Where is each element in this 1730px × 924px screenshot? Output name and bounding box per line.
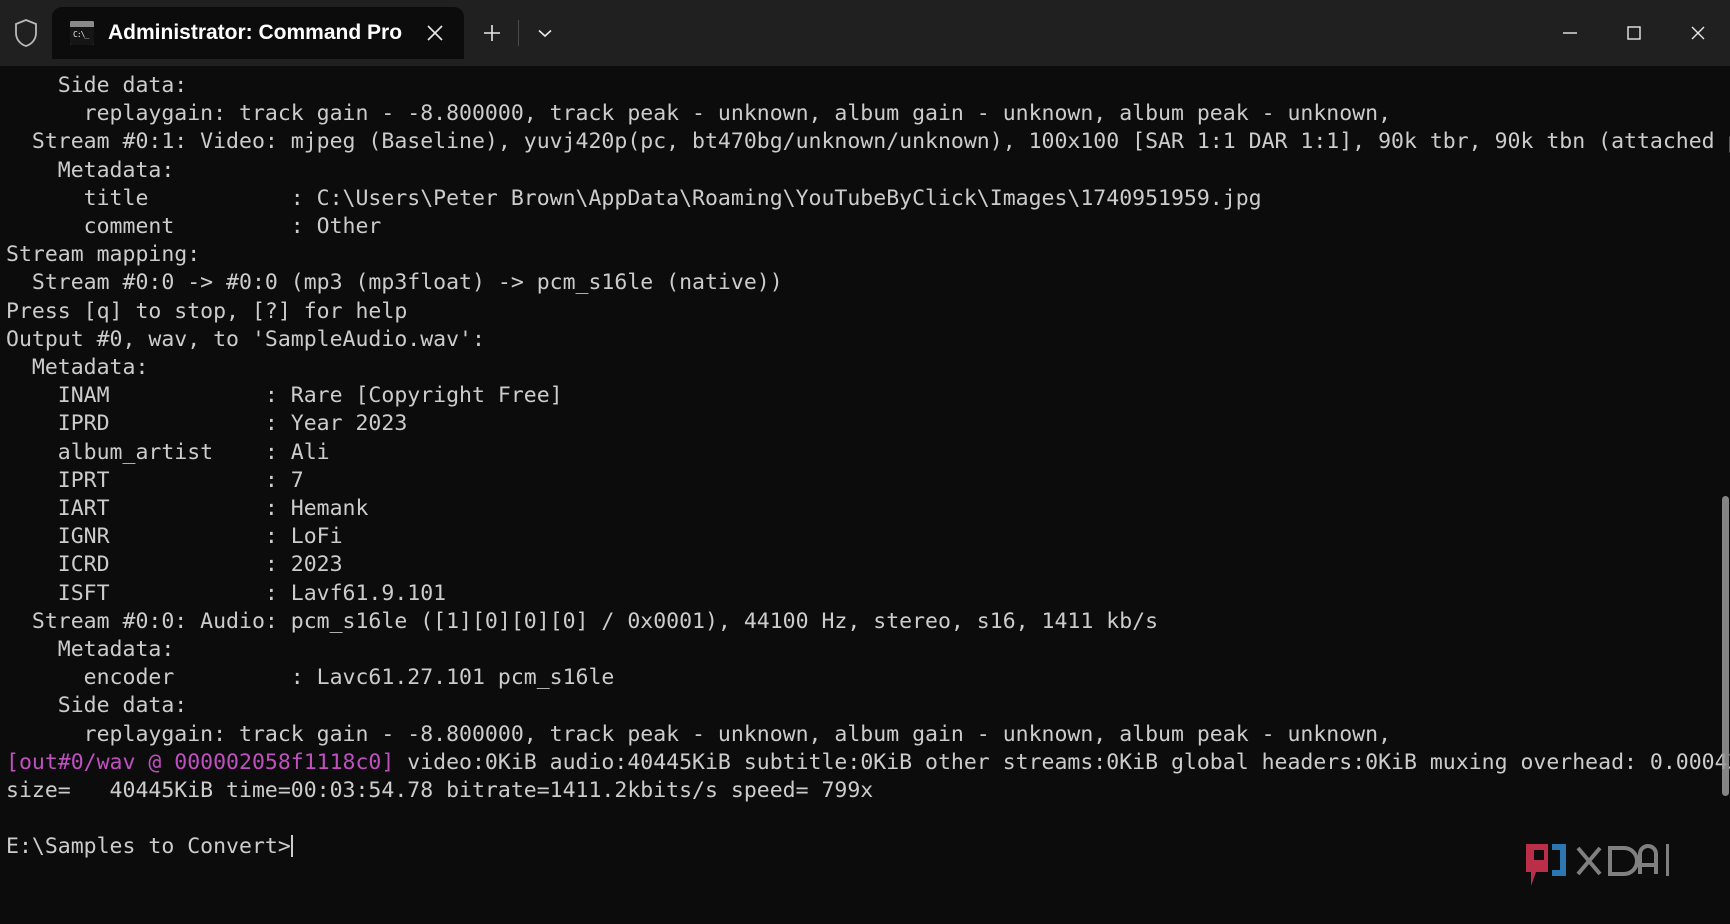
vertical-scrollbar-thumb[interactable] <box>1722 496 1729 796</box>
line-inam: INAM : Rare [Copyright Free] <box>6 383 563 409</box>
line-title: title : C:\Users\Peter Brown\AppData\Roa… <box>6 185 1262 211</box>
close-tab-icon[interactable] <box>416 14 454 52</box>
line-press-q: Press [q] to stop, [?] for help <box>6 298 408 324</box>
terminal-tab[interactable]: C:\_ Administrator: Command Pro <box>52 7 465 59</box>
terminal-output-area[interactable]: Side data: replaygain: track gain - -8.8… <box>0 66 1730 924</box>
line-metadata-2: Metadata: <box>6 355 149 381</box>
window-controls-group <box>1538 0 1730 66</box>
terminal-text-buffer: Side data: replaygain: track gain - -8.8… <box>6 72 1730 862</box>
line-muxing-overhead: [out#0/wav @ 000002058f1118c0] video:0Ki… <box>6 749 1730 777</box>
line-side-data-1: Side data: <box>6 73 188 98</box>
line-stream-0-1-video: Stream #0:1: Video: mjpeg (Baseline), yu… <box>6 129 1730 155</box>
line-stream-mapping: Stream mapping: <box>6 242 201 268</box>
line-encoder: encoder : Lavc61.27.101 pcm_s16le <box>6 665 615 691</box>
line-icrd: ICRD : 2023 <box>6 552 343 578</box>
shield-icon <box>0 0 52 66</box>
tab-title: Administrator: Command Pro <box>108 21 403 44</box>
line-iart: IART : Hemank <box>6 496 369 522</box>
new-tab-icon[interactable] <box>470 11 514 55</box>
muxing-line-tag: [out#0/wav @ 000002058f1118c0] <box>6 749 395 775</box>
command-prompt-line[interactable]: E:\Samples to Convert> <box>6 833 1730 861</box>
line-iprd: IPRD : Year 2023 <box>6 411 408 437</box>
line-metadata-1: Metadata: <box>6 157 175 183</box>
line-size-summary: size= 40445KiB time=00:03:54.78 bitrate=… <box>6 778 874 804</box>
line-side-data-2: Side data: <box>6 693 188 719</box>
prompt-path: E:\Samples to Convert> <box>6 834 291 860</box>
line-iprt: IPRT : 7 <box>6 467 304 493</box>
tab-actions-group <box>464 7 567 59</box>
close-window-button[interactable] <box>1666 0 1730 66</box>
line-isft: ISFT : Lavf61.9.101 <box>6 580 447 606</box>
line-stream-0-0-audio: Stream #0:0: Audio: pcm_s16le ([1][0][0]… <box>6 608 1159 634</box>
minimize-button[interactable] <box>1538 0 1602 66</box>
line-comment: comment : Other <box>6 214 382 240</box>
chevron-down-icon[interactable] <box>523 11 567 55</box>
line-stream-map-entry: Stream #0:0 -> #0:0 (mp3 (mp3float) -> p… <box>6 270 783 296</box>
window-titlebar: C:\_ Administrator: Command Pro <box>0 0 1730 66</box>
toolbar-divider <box>518 20 520 46</box>
line-output-0: Output #0, wav, to 'SampleAudio.wav': <box>6 326 485 352</box>
maximize-button[interactable] <box>1602 0 1666 66</box>
line-ignr: IGNR : LoFi <box>6 524 343 550</box>
line-album-artist: album_artist : Ali <box>6 439 330 465</box>
command-prompt-icon-glyph: C:\_ <box>73 30 89 39</box>
command-prompt-icon: C:\_ <box>70 21 94 45</box>
titlebar-left-group: C:\_ Administrator: Command Pro <box>0 0 567 66</box>
vertical-scrollbar[interactable] <box>1721 66 1730 924</box>
text-cursor <box>290 835 293 858</box>
line-replaygain-1: replaygain: track gain - -8.800000, trac… <box>6 101 1392 127</box>
line-replaygain-2: replaygain: track gain - -8.800000, trac… <box>6 721 1392 747</box>
line-metadata-3: Metadata: <box>6 637 175 663</box>
muxing-line-stats: video:0KiB audio:40445KiB subtitle:0KiB … <box>394 749 1730 775</box>
